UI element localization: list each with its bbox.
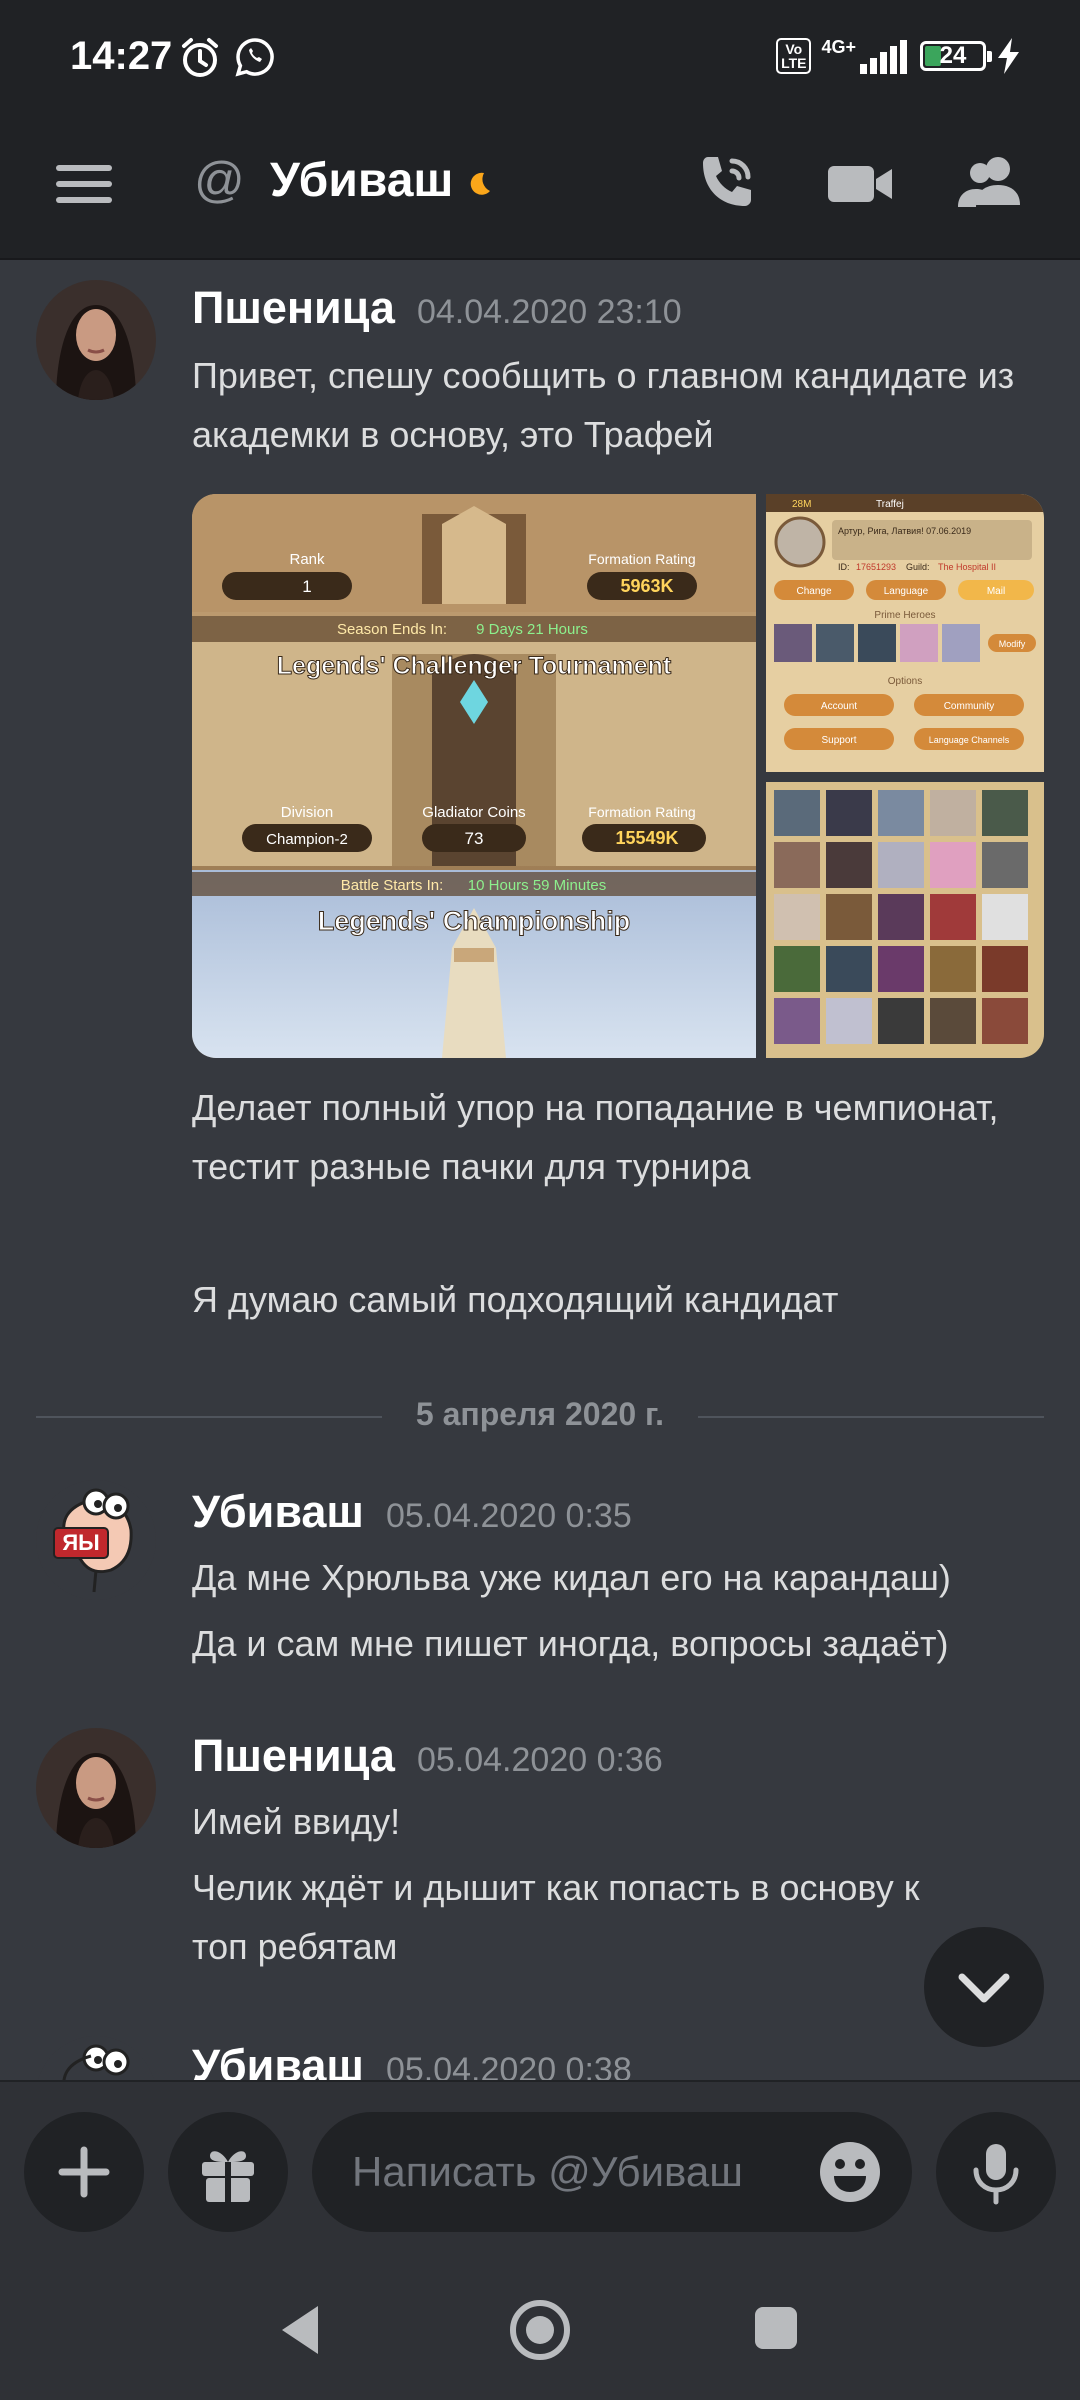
gift-button[interactable] (168, 2112, 288, 2232)
video-icon[interactable] (826, 149, 894, 224)
signal-icon: 4G+ (821, 38, 910, 74)
message-author[interactable]: Убиваш 05.04.2020 0:35 (192, 1486, 632, 1538)
message-text: Да мне Хрюльва уже кидал его на карандаш… (192, 1557, 951, 1598)
system-navigation-bar (0, 2260, 1080, 2400)
plus-icon (58, 2146, 110, 2198)
message-timestamp: 04.04.2020 23:10 (416, 293, 682, 331)
chevron-down-icon (958, 1973, 1010, 2003)
message-author[interactable]: Пшеница 04.04.2020 23:10 (192, 282, 682, 334)
message-author[interactable]: Убиваш 05.04.2020 0:38 (192, 2040, 632, 2080)
options-label: Options (888, 676, 922, 687)
svg-text:ЯЫ: ЯЫ (62, 1530, 99, 1555)
division-value: Champion-2 (266, 831, 348, 848)
profile-guild-value: The Hospital II (938, 562, 996, 572)
profile-location: Артур, Рига, Латвия! 07.06.2019 (838, 526, 971, 536)
championship-title: Legends' Championship (318, 906, 630, 936)
avatar-pshenitsa[interactable] (36, 1728, 156, 1848)
formation-label: Formation Rating (588, 551, 695, 567)
message-text: Имей ввиду! (192, 1801, 401, 1842)
date-divider: 5 апреля 2020 г. (36, 1396, 1044, 1436)
profile-name: Traffej (876, 499, 904, 510)
message-text: Я думаю самый подходящий кандидат (192, 1279, 839, 1320)
message-timestamp: 05.04.2020 0:38 (385, 2051, 632, 2080)
vip-value: 28M (792, 499, 811, 510)
option-language-channels: Language Channels (929, 735, 1010, 745)
microphone-icon (973, 2144, 1019, 2205)
message-timestamp: 05.04.2020 0:35 (385, 1497, 632, 1535)
profile-button-mail: Mail (987, 586, 1005, 597)
message-text: Привет, спешу сообщить о главном кандида… (192, 355, 1015, 455)
back-icon[interactable] (276, 2300, 326, 2365)
avatar-ubivash[interactable]: ЯЫ (36, 1480, 156, 1600)
add-attachment-button[interactable] (24, 2112, 144, 2232)
message-composer: Написать @Убиваш (0, 2080, 1080, 2262)
call-icon[interactable] (690, 149, 760, 224)
dm-at-icon: @ (194, 152, 245, 208)
profile-button-language: Language (884, 586, 929, 597)
recents-icon[interactable] (752, 2304, 800, 2357)
battle-text: Battle Starts In: (341, 877, 444, 894)
season-text: Season Ends In: (337, 621, 447, 638)
rank-label: Rank (289, 551, 325, 568)
members-icon[interactable] (956, 149, 1026, 224)
status-time: 14:27 (70, 34, 173, 78)
whatsapp-icon (234, 36, 276, 83)
message-text: Делает полный упор на попадание в чемпио… (192, 1087, 999, 1187)
rank-value: 1 (302, 577, 311, 596)
profile-id-label: ID: (838, 562, 850, 572)
status-bar: 14:27 Vo LTE 4G+ 24 (0, 0, 1080, 115)
avatar-pshenitsa[interactable] (36, 280, 156, 400)
channel-header: @ Убиваш (0, 115, 1080, 260)
scroll-to-bottom-button[interactable] (924, 1927, 1044, 2047)
channel-title[interactable]: Убиваш (270, 153, 453, 208)
gift-icon (202, 2151, 254, 2202)
prime-heroes-label: Prime Heroes (874, 610, 935, 621)
battery-icon: 24 (920, 41, 992, 71)
idle-status-icon (466, 169, 494, 202)
coins-label: Gladiator Coins (422, 804, 525, 821)
profile-button-change: Change (796, 586, 831, 597)
home-icon[interactable] (508, 2298, 572, 2367)
option-account: Account (821, 701, 857, 712)
formation-label-2: Formation Rating (588, 804, 695, 820)
message-input[interactable]: Написать @Убиваш (312, 2112, 912, 2232)
voice-message-button[interactable] (936, 2112, 1056, 2232)
status-indicators: Vo LTE 4G+ 24 (776, 38, 1022, 74)
emoji-icon[interactable] (818, 2140, 882, 2209)
charging-icon (998, 38, 1019, 74)
coins-value: 73 (465, 829, 484, 848)
alarm-icon (178, 36, 222, 85)
attachment-image-tournament[interactable]: Rank 1 Formation Rating 5963K Season End… (192, 494, 756, 1058)
battle-value: 10 Hours 59 Minutes (468, 877, 606, 894)
division-label: Division (281, 804, 334, 821)
menu-icon[interactable] (56, 155, 114, 218)
option-support: Support (821, 735, 856, 746)
message-input-placeholder: Написать @Убиваш (352, 2148, 743, 2195)
message-author[interactable]: Пшеница 05.04.2020 0:36 (192, 1730, 663, 1782)
option-community: Community (944, 701, 995, 712)
attachment-image-heroes-grid[interactable] (766, 782, 1044, 1058)
message-timestamp: 05.04.2020 0:36 (416, 1741, 663, 1779)
tournament-title: Legends' Challenger Tournament (277, 652, 672, 680)
profile-guild-label: Guild: (906, 562, 930, 572)
avatar-ubivash[interactable] (36, 2036, 156, 2080)
volte-badge: Vo LTE (776, 38, 812, 74)
message-text: Да и сам мне пишет иногда, вопросы задаё… (192, 1623, 949, 1664)
profile-id-value: 17651293 (856, 562, 896, 572)
season-value: 9 Days 21 Hours (476, 621, 588, 638)
formation-value: 5963K (620, 576, 673, 596)
modify-button: Modify (999, 639, 1026, 649)
attachment-image-profile[interactable]: 28M Traffej Артур, Рига, Латвия! 07.06.2… (766, 494, 1044, 772)
message-text: Челик ждёт и дышит как попасть в основу … (192, 1867, 920, 1967)
formation-value-2: 15549K (615, 828, 678, 848)
message-list[interactable]: Пшеница 04.04.2020 23:10 Привет, спешу со… (0, 258, 1080, 2080)
